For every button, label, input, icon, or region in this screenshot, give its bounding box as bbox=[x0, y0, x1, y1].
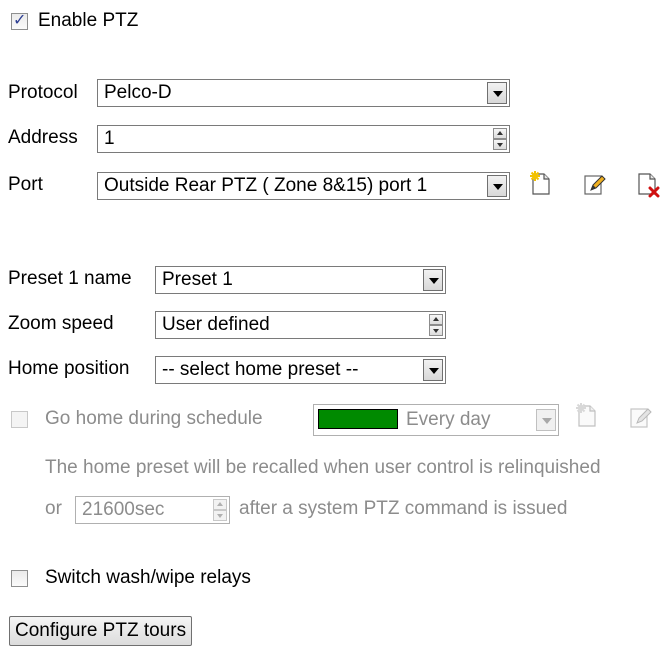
enable-ptz-checkbox[interactable] bbox=[11, 10, 28, 30]
new-document-icon[interactable] bbox=[528, 170, 552, 195]
port-select[interactable]: Outside Rear PTZ ( Zone 8&15) port 1 bbox=[97, 172, 510, 200]
home-preset-note: The home preset will be recalled when us… bbox=[45, 457, 601, 478]
new-document-icon[interactable] bbox=[574, 402, 598, 427]
chevron-down-icon[interactable] bbox=[487, 82, 507, 104]
address-value: 1 bbox=[104, 128, 115, 149]
protocol-label: Protocol bbox=[8, 82, 78, 103]
port-value: Outside Rear PTZ ( Zone 8&15) port 1 bbox=[104, 175, 428, 196]
spin-arrows-icon[interactable] bbox=[213, 499, 227, 521]
address-label: Address bbox=[8, 127, 78, 148]
after-command-label: after a system PTZ command is issued bbox=[239, 498, 568, 519]
edit-pencil-icon[interactable] bbox=[583, 172, 607, 196]
go-home-label: Go home during schedule bbox=[45, 408, 263, 429]
zoom-speed-value: User defined bbox=[162, 314, 270, 335]
timeout-value: 21600sec bbox=[82, 499, 165, 520]
or-label: or bbox=[45, 498, 62, 519]
schedule-color-swatch bbox=[317, 408, 399, 430]
configure-ptz-tours-button[interactable]: Configure PTZ tours bbox=[9, 616, 193, 646]
home-position-select[interactable]: -- select home preset -- bbox=[155, 356, 446, 384]
address-stepper[interactable]: 1 bbox=[97, 125, 510, 153]
enable-ptz-label: Enable PTZ bbox=[38, 10, 139, 31]
schedule-value: Every day bbox=[406, 409, 491, 430]
protocol-value: Pelco-D bbox=[104, 82, 172, 103]
protocol-select[interactable]: Pelco-D bbox=[97, 79, 510, 107]
spin-arrows-icon[interactable] bbox=[429, 314, 443, 336]
chevron-down-icon[interactable] bbox=[536, 409, 556, 431]
zoom-speed-label: Zoom speed bbox=[8, 313, 114, 334]
chevron-down-icon[interactable] bbox=[423, 269, 443, 291]
preset-name-value: Preset 1 bbox=[162, 269, 233, 290]
wash-wipe-checkbox[interactable] bbox=[11, 570, 28, 587]
chevron-down-icon[interactable] bbox=[423, 359, 443, 381]
schedule-select[interactable]: Every day bbox=[313, 404, 559, 436]
delete-document-icon[interactable] bbox=[636, 172, 660, 198]
edit-pencil-icon[interactable] bbox=[629, 405, 653, 429]
zoom-speed-stepper[interactable]: User defined bbox=[155, 311, 446, 339]
port-label: Port bbox=[8, 174, 43, 195]
preset-name-label: Preset 1 name bbox=[8, 268, 132, 289]
go-home-checkbox[interactable] bbox=[11, 411, 28, 428]
wash-wipe-label: Switch wash/wipe relays bbox=[45, 567, 251, 588]
spin-arrows-icon[interactable] bbox=[493, 128, 507, 150]
home-position-label: Home position bbox=[8, 358, 130, 379]
timeout-stepper[interactable]: 21600sec bbox=[75, 496, 230, 524]
chevron-down-icon[interactable] bbox=[487, 175, 507, 197]
preset-name-select[interactable]: Preset 1 bbox=[155, 266, 446, 294]
home-position-value: -- select home preset -- bbox=[162, 359, 359, 380]
